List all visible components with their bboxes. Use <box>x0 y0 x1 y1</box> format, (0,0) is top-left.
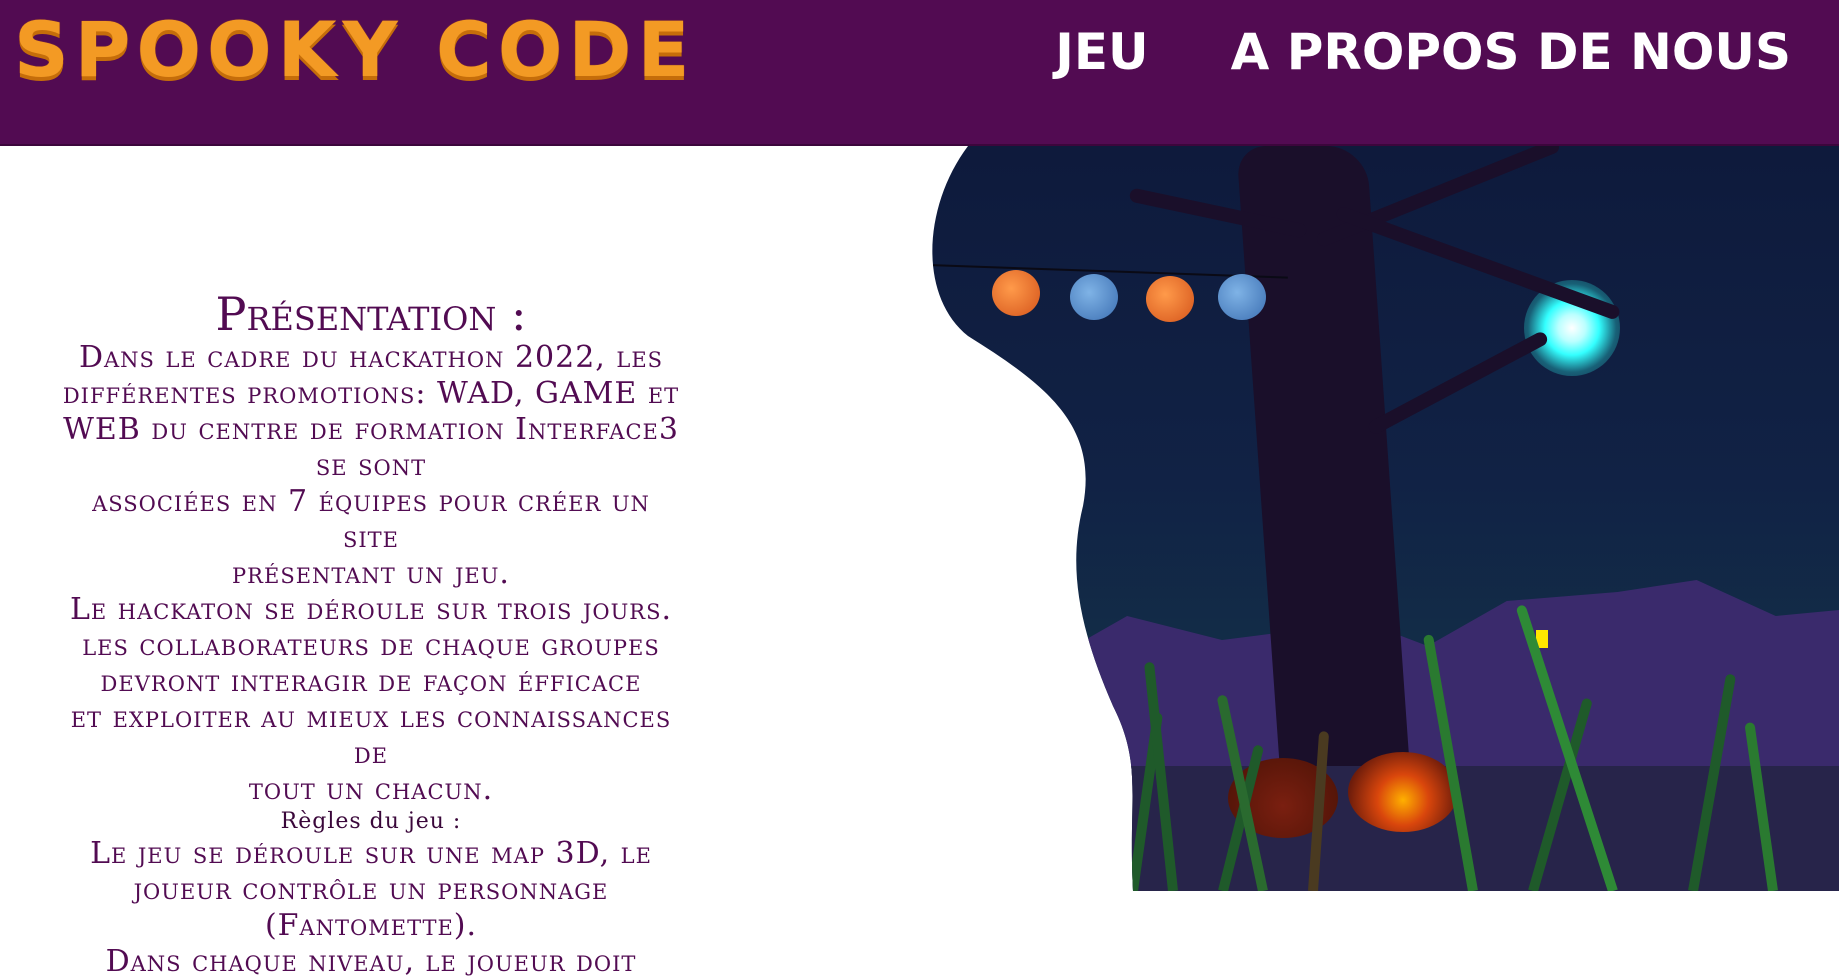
intro-line: WEB du centre de formation Interface3 <box>63 412 679 447</box>
rules-label: Règles du jeu : <box>280 809 462 834</box>
intro-line: différentes promotions: WAD, GAME et <box>62 376 680 411</box>
lantern-blue <box>1070 274 1118 320</box>
lantern-orange <box>1146 276 1194 322</box>
rules-line: (Fantomette). <box>264 908 478 943</box>
intro-line: Dans le cadre du hackathon 2022, les <box>78 340 664 375</box>
intro-line: présentant un jeu. <box>232 556 510 591</box>
main-nav: JEU A PROPOS DE NOUS <box>1055 22 1791 82</box>
intro-line: tout un chacun. <box>248 772 494 807</box>
intro-line: et exploiter au mieux les connaissances … <box>70 700 672 771</box>
lantern-orange <box>992 270 1040 316</box>
lantern-blue <box>868 260 916 306</box>
site-logo[interactable]: SPOOKY CODE <box>14 8 695 92</box>
presentation-section: Présentation : Dans le cadre du hackatho… <box>60 288 682 980</box>
nav-link-jeu[interactable]: JEU <box>1055 22 1148 82</box>
presentation-title: Présentation : <box>215 287 527 341</box>
tree-branch <box>1366 330 1549 436</box>
intro-line: les collaborateurs de chaque groupes <box>82 628 660 663</box>
jack-o-lantern <box>1348 752 1458 832</box>
site-header: SPOOKY CODE JEU A PROPOS DE NOUS <box>0 0 1839 146</box>
rules-line: Le jeu se déroule sur une map 3D, le <box>90 836 652 871</box>
rules-line: joueur contrôle un personnage <box>133 872 609 907</box>
rules-line: Dans chaque niveau, le joueur doit <box>105 944 637 979</box>
halloween-scene-image <box>928 146 1839 891</box>
intro-line: Le hackaton se déroule sur trois jours. <box>69 592 673 627</box>
intro-line: devront interagir de façon éfficace <box>100 664 642 699</box>
intro-line: associées en 7 équipes pour créer un sit… <box>92 484 650 555</box>
nav-link-a-propos[interactable]: A PROPOS DE NOUS <box>1231 22 1791 82</box>
lantern-blue <box>1218 274 1266 320</box>
tree-branch <box>1335 205 1622 321</box>
intro-line: se sont <box>315 448 427 483</box>
